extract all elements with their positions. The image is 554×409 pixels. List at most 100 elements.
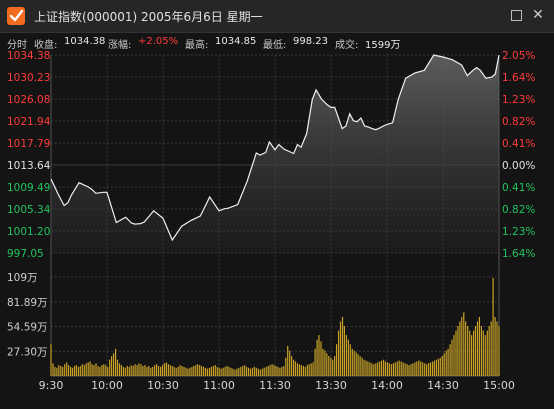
volume-bar [95, 363, 97, 376]
volume-bar [75, 365, 77, 376]
volume-bar [383, 359, 385, 376]
volume-bar [142, 366, 144, 376]
volume-bar [105, 365, 107, 376]
volume-bar [87, 362, 89, 376]
volume-bar [435, 359, 437, 376]
volume-bar [318, 335, 320, 376]
volume-bar [476, 321, 479, 376]
volume-bar [183, 366, 185, 376]
volume-bar [320, 341, 322, 376]
volume-bar [312, 362, 314, 376]
volume-bar [64, 364, 66, 376]
volume-bar [306, 365, 308, 376]
volume-bar [171, 366, 173, 376]
volume-bar [363, 359, 365, 376]
volume-bar [259, 369, 261, 376]
volume-bar [234, 369, 236, 376]
volume-bar [212, 366, 214, 376]
percent-tick-label: 1.64% [502, 248, 535, 260]
volume-bar [228, 366, 230, 376]
volume-bar [214, 365, 216, 376]
volume-bar [283, 366, 285, 376]
price-tick-label: 1009.49 [7, 182, 50, 194]
volume-bar [205, 367, 207, 376]
volume-bar [418, 360, 420, 376]
volume-bar [251, 367, 254, 376]
volume-bar [238, 367, 240, 376]
volume-bar [175, 367, 177, 376]
volume-bar [118, 363, 121, 376]
volume-bar [392, 363, 394, 376]
volume-bar [298, 364, 301, 376]
volume-bar [103, 364, 105, 376]
volume-bar [328, 356, 330, 376]
volume-bar [410, 364, 412, 376]
volume-bar [353, 350, 355, 376]
volume-bar [148, 366, 150, 376]
volume-bar [316, 339, 318, 376]
volume-bar [273, 365, 275, 376]
intraday-window: 上证指数(000001) 2005年6月6日 星期一 ✕ 分时 收盘: 1034… [0, 0, 554, 409]
volume-bar [267, 366, 269, 376]
volume-bar [279, 367, 281, 376]
volume-bar [388, 363, 390, 376]
volume-bar [345, 335, 347, 376]
volume-bar [126, 366, 128, 376]
volume-bar [116, 359, 119, 376]
volume-bar [144, 365, 146, 376]
volume-bar [379, 361, 381, 376]
volume-bar [408, 365, 410, 376]
percent-tick-label: 2.05% [502, 50, 535, 62]
volume-bar [463, 312, 465, 376]
volume-bar [195, 365, 197, 376]
time-tick-label: 11:00 [203, 379, 235, 392]
volume-bar [208, 367, 211, 376]
volume-bar [294, 361, 297, 376]
volume-bar [232, 368, 234, 376]
volume-bar [156, 364, 158, 376]
volume-bar [206, 368, 209, 376]
price-tick-label: 1034.38 [7, 50, 50, 62]
volume-bar [431, 361, 434, 376]
volume-bar [486, 330, 488, 376]
volume-bar [281, 366, 283, 376]
volume-bar [400, 361, 402, 376]
volume-bar [369, 362, 371, 376]
volume-bar [341, 317, 344, 376]
volume-bar [73, 366, 76, 376]
volume-bar [81, 364, 83, 376]
volume-bar [336, 344, 338, 376]
volume-bar [249, 368, 252, 376]
volume-bar [426, 364, 428, 376]
volume-bar [124, 367, 126, 376]
volume-bar [146, 366, 148, 376]
volume-tick-label: 54.59万 [7, 322, 48, 334]
volume-bar [97, 366, 99, 376]
volume-bar [302, 366, 304, 376]
volume-bar [201, 366, 203, 376]
volume-bar [441, 356, 443, 376]
volume-bar [433, 360, 435, 376]
volume-bar [54, 366, 56, 376]
time-tick-label: 10:30 [147, 379, 179, 392]
intraday-chart[interactable]: 1034.38 2.05% 1030.23 1.64% 1026.08 1.23% 1021… [0, 0, 554, 409]
volume-bar [173, 366, 175, 376]
price-tick-label: 1026.08 [7, 94, 50, 106]
volume-bar [181, 366, 183, 376]
volume-bar [191, 366, 193, 376]
volume-bar [498, 326, 500, 376]
volume-bar [324, 350, 326, 376]
volume-bar [197, 364, 199, 376]
volume-bar [361, 357, 363, 376]
volume-bar [109, 359, 111, 376]
volume-bar [339, 321, 342, 376]
volume-bar [451, 339, 453, 376]
volume-bar [480, 326, 482, 376]
volume-bar [381, 360, 383, 376]
volume-bar [289, 350, 291, 376]
volume-bar [79, 366, 81, 376]
volume-bar [154, 365, 156, 376]
volume-bar [193, 366, 195, 376]
volume-bar [246, 366, 248, 376]
price-tick-label: 1005.34 [7, 204, 51, 216]
